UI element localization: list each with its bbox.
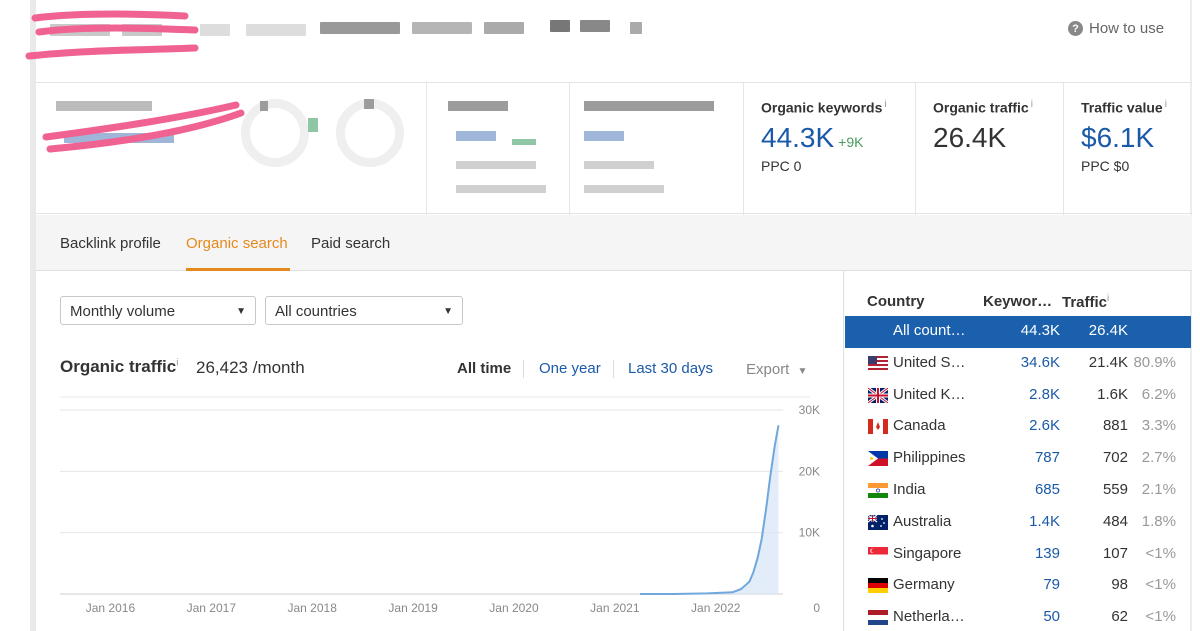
country-traffic: 1.6K bbox=[1097, 385, 1128, 403]
metric-traffic-value: Traffic value i $6.1K PPC $0 bbox=[1081, 99, 1167, 174]
country-name: Germany bbox=[893, 576, 955, 594]
country-traffic: 881 bbox=[1102, 417, 1128, 435]
x-tick-label: Jan 2018 bbox=[288, 601, 338, 615]
metric-value[interactable]: $6.1K bbox=[1081, 122, 1154, 153]
country-keywords[interactable]: 50 bbox=[1043, 608, 1060, 625]
how-to-use-label: How to use bbox=[1089, 20, 1165, 37]
country-name: United K… bbox=[893, 385, 966, 403]
col-header-traffic-label: Traffic bbox=[1062, 294, 1108, 311]
country-keywords[interactable]: 685 bbox=[1035, 481, 1060, 498]
info-icon: i bbox=[1030, 99, 1033, 110]
gb-flag-icon bbox=[868, 387, 888, 403]
info-icon: i bbox=[884, 99, 887, 110]
metric-value: 26.4K bbox=[933, 121, 1007, 153]
country-keywords[interactable]: 139 bbox=[1035, 545, 1060, 562]
country-keywords[interactable]: 34.6K bbox=[1021, 354, 1060, 371]
metric-label: Organic traffic bbox=[933, 99, 1029, 116]
info-icon: i bbox=[1164, 99, 1167, 110]
country-traffic-share: 2.1% bbox=[1141, 481, 1176, 498]
metric-sub: PPC $0 bbox=[1081, 157, 1130, 174]
x-tick-label: Jan 2020 bbox=[489, 601, 539, 615]
country-keywords[interactable]: 1.4K bbox=[1029, 513, 1060, 530]
country-name: India bbox=[893, 481, 926, 498]
country-traffic: 484 bbox=[1102, 512, 1128, 530]
y-tick-label: 10K bbox=[799, 526, 820, 540]
country-name: Canada bbox=[893, 417, 946, 435]
country-row-us[interactable]: United S… 34.6K 21.4K 80.9% bbox=[845, 348, 1191, 380]
y-tick-label: 30K bbox=[799, 403, 820, 417]
country-row-au[interactable]: Australia 1.4K 484 1.8% bbox=[845, 507, 1191, 539]
country-row-ca[interactable]: Canada 2.6K 881 3.3% bbox=[845, 411, 1191, 443]
country-traffic-share: 1.8% bbox=[1141, 512, 1176, 530]
country-traffic: 559 bbox=[1102, 481, 1128, 498]
country-traffic-share: <1% bbox=[1145, 544, 1176, 562]
how-to-use-link[interactable]: ? How to use bbox=[1068, 20, 1164, 37]
metric-label: Traffic value bbox=[1081, 99, 1163, 116]
y-tick-label: 0 bbox=[813, 601, 820, 615]
country-row-sg[interactable]: Singapore 139 107 <1% bbox=[845, 539, 1191, 571]
info-icon: i bbox=[1107, 293, 1110, 304]
country-name: Singapore bbox=[893, 544, 962, 562]
country-row-de[interactable]: Germany 79 98 <1% bbox=[845, 570, 1191, 602]
country-keywords[interactable]: 787 bbox=[1035, 449, 1060, 466]
y-tick-label: 20K bbox=[799, 464, 820, 478]
country-keywords[interactable]: 2.8K bbox=[1029, 386, 1060, 403]
x-tick-label: Jan 2019 bbox=[388, 601, 438, 615]
series-area bbox=[640, 425, 779, 594]
in-flag-icon bbox=[868, 483, 888, 498]
country-traffic: 26.4K bbox=[1088, 322, 1128, 339]
country-traffic-share: 3.3% bbox=[1141, 417, 1176, 435]
ca-flag-icon bbox=[868, 419, 888, 435]
country-row-nl[interactable]: Netherla… 50 62 <1% bbox=[845, 602, 1191, 631]
country-name: Philippines bbox=[893, 449, 966, 467]
country-traffic-share: 6.2% bbox=[1141, 385, 1176, 403]
country-row-ph[interactable]: Philippines 787 702 2.7% bbox=[845, 443, 1191, 475]
country-row-gb[interactable]: United K… 2.8K 1.6K 6.2% bbox=[845, 380, 1191, 412]
country-keywords[interactable]: 79 bbox=[1043, 576, 1060, 593]
country-traffic-share: <1% bbox=[1145, 608, 1176, 626]
x-tick-label: Jan 2022 bbox=[691, 601, 741, 615]
country-name: Australia bbox=[893, 512, 952, 530]
country-keywords[interactable]: 44.3K bbox=[1021, 322, 1060, 339]
help-icon: ? bbox=[1068, 21, 1083, 36]
country-keywords[interactable]: 2.6K bbox=[1029, 417, 1060, 434]
x-tick-label: Jan 2017 bbox=[187, 601, 237, 615]
country-row-in[interactable]: India 685 559 2.1% bbox=[845, 475, 1191, 507]
country-traffic: 107 bbox=[1102, 544, 1128, 562]
ph-flag-icon bbox=[868, 451, 888, 467]
us-flag-icon bbox=[868, 355, 888, 371]
col-header-country[interactable]: Country bbox=[867, 293, 925, 310]
au-flag-icon bbox=[868, 514, 888, 530]
de-flag-icon bbox=[868, 578, 888, 594]
metric-organic-traffic: Organic traffic i 26.4K bbox=[933, 99, 1033, 154]
x-tick-label: Jan 2016 bbox=[86, 601, 136, 615]
country-name: All count… bbox=[893, 322, 966, 339]
country-name: Netherla… bbox=[893, 608, 965, 626]
col-header-keywords[interactable]: Keywor… bbox=[983, 293, 1052, 310]
country-traffic: 62 bbox=[1111, 608, 1128, 626]
x-tick-label: Jan 2021 bbox=[590, 601, 640, 615]
country-traffic-share: 2.7% bbox=[1141, 449, 1176, 467]
nl-flag-icon bbox=[868, 610, 888, 626]
country-traffic: 702 bbox=[1102, 449, 1128, 467]
country-name: United S… bbox=[893, 353, 966, 371]
sg-flag-icon bbox=[868, 546, 888, 562]
country-traffic-share: <1% bbox=[1145, 576, 1176, 594]
country-row-all[interactable]: All count… 44.3K 26.4K bbox=[845, 316, 1191, 348]
col-header-traffic[interactable]: Traffici bbox=[1062, 293, 1109, 311]
organic-traffic-chart: 30K 20K 10K 0 Jan 2016 Jan 2017 Jan 2018 Jan 20… bbox=[60, 396, 820, 615]
country-traffic: 21.4K bbox=[1088, 353, 1128, 371]
country-traffic: 98 bbox=[1111, 576, 1128, 594]
country-traffic-share: 80.9% bbox=[1133, 353, 1176, 371]
